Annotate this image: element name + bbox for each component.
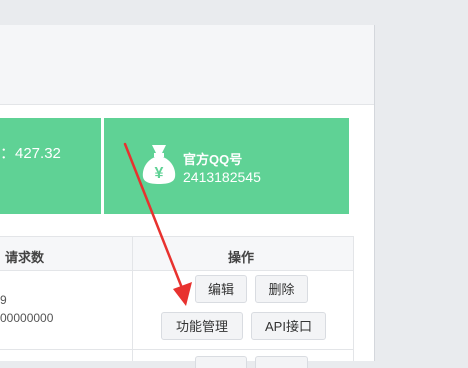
panel-header — [0, 25, 374, 105]
column-divider — [132, 236, 133, 361]
balance-card: ：427.32 — [0, 118, 101, 214]
qq-number: 2413182545 — [183, 169, 261, 185]
request-count-line1: 9 — [0, 293, 7, 307]
table-right-border — [353, 236, 354, 361]
next-row-delete-button[interactable] — [255, 356, 308, 368]
delete-button[interactable]: 删除 — [255, 275, 308, 303]
money-bag-icon: ¥ — [142, 145, 176, 184]
function-manage-button[interactable]: 功能管理 — [161, 312, 243, 340]
header-requests: 请求数 — [5, 250, 45, 265]
balance-value: ：427.32 — [0, 145, 61, 162]
edit-button[interactable]: 编辑 — [195, 275, 247, 303]
header-actions: 操作 — [228, 250, 255, 265]
table-header: 请求数 操作 — [0, 236, 354, 271]
api-interface-button[interactable]: API接口 — [251, 312, 326, 340]
row-divider — [0, 349, 354, 350]
next-row-edit-button[interactable] — [195, 356, 247, 368]
qq-label: 官方QQ号 — [183, 152, 243, 167]
request-count-line2: 00000000 — [0, 311, 54, 325]
svg-text:¥: ¥ — [155, 165, 164, 182]
content-panel: ：427.32 ¥ 官方QQ号 2413182545 请求数 操作 9 0000… — [0, 25, 375, 361]
qq-card: ¥ 官方QQ号 2413182545 — [104, 118, 349, 214]
